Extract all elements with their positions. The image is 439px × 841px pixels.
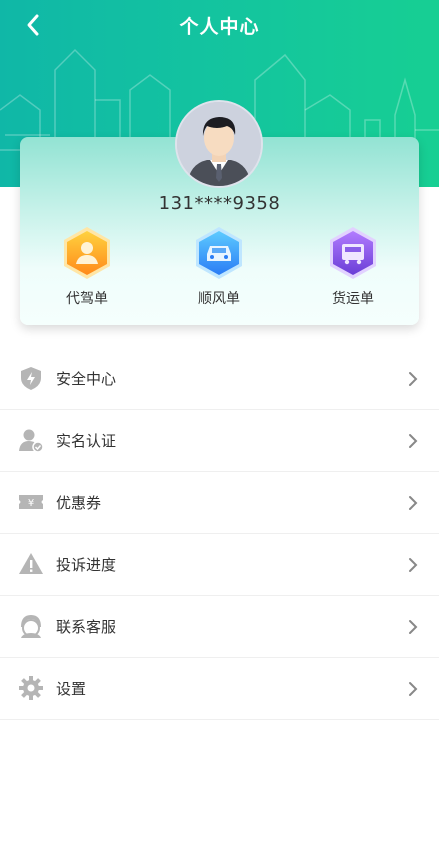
menu-item-label: 联系客服 bbox=[56, 618, 117, 636]
menu-list: 安全中心 实名认证 ¥ 优惠券 投诉进度 联系客服 设置 bbox=[0, 348, 439, 720]
menu-item-coupon[interactable]: ¥ 优惠券 bbox=[0, 472, 439, 534]
menu-item-service[interactable]: 联系客服 bbox=[0, 596, 439, 658]
order-freight[interactable]: 货运单 bbox=[308, 226, 398, 308]
avatar-figure bbox=[177, 102, 261, 186]
driver-icon bbox=[64, 227, 110, 279]
order-driver[interactable]: 代驾单 bbox=[42, 226, 132, 308]
coupon-icon: ¥ bbox=[19, 495, 43, 509]
gear-icon bbox=[19, 676, 43, 700]
phone-number: 131****9358 bbox=[158, 193, 281, 214]
chevron-right-icon bbox=[409, 620, 418, 634]
order-carpool-label: 顺风单 bbox=[198, 291, 240, 307]
menu-item-label: 设置 bbox=[56, 680, 87, 698]
chevron-right-icon bbox=[409, 558, 418, 572]
order-carpool[interactable]: 顺风单 bbox=[174, 226, 264, 308]
page: 个人中心 131****9358 代驾单 顺风单 货运单 安全中心 实名认证 ¥… bbox=[0, 0, 439, 841]
order-freight-label: 货运单 bbox=[332, 291, 374, 307]
truck-icon bbox=[330, 227, 376, 279]
order-driver-label: 代驾单 bbox=[66, 291, 108, 307]
chevron-right-icon bbox=[409, 372, 418, 386]
menu-item-complaint[interactable]: 投诉进度 bbox=[0, 534, 439, 596]
warning-icon bbox=[19, 553, 43, 574]
menu-item-label: 优惠券 bbox=[56, 494, 102, 512]
menu-item-security[interactable]: 安全中心 bbox=[0, 348, 439, 410]
chevron-right-icon bbox=[409, 434, 418, 448]
shield-icon bbox=[21, 367, 41, 390]
user-verify-icon bbox=[19, 429, 44, 453]
customer-service-icon bbox=[21, 615, 41, 638]
chevron-right-icon bbox=[409, 682, 418, 696]
page-title: 个人中心 bbox=[179, 16, 260, 38]
chevron-right-icon bbox=[409, 496, 418, 510]
car-icon bbox=[196, 227, 242, 279]
svg-text:¥: ¥ bbox=[28, 498, 34, 509]
menu-item-label: 安全中心 bbox=[56, 370, 117, 388]
user-avatar-icon[interactable] bbox=[175, 100, 263, 188]
menu-item-settings[interactable]: 设置 bbox=[0, 658, 439, 720]
menu-item-verify[interactable]: 实名认证 bbox=[0, 410, 439, 472]
menu-item-label: 实名认证 bbox=[56, 432, 117, 450]
menu-item-label: 投诉进度 bbox=[56, 556, 117, 574]
